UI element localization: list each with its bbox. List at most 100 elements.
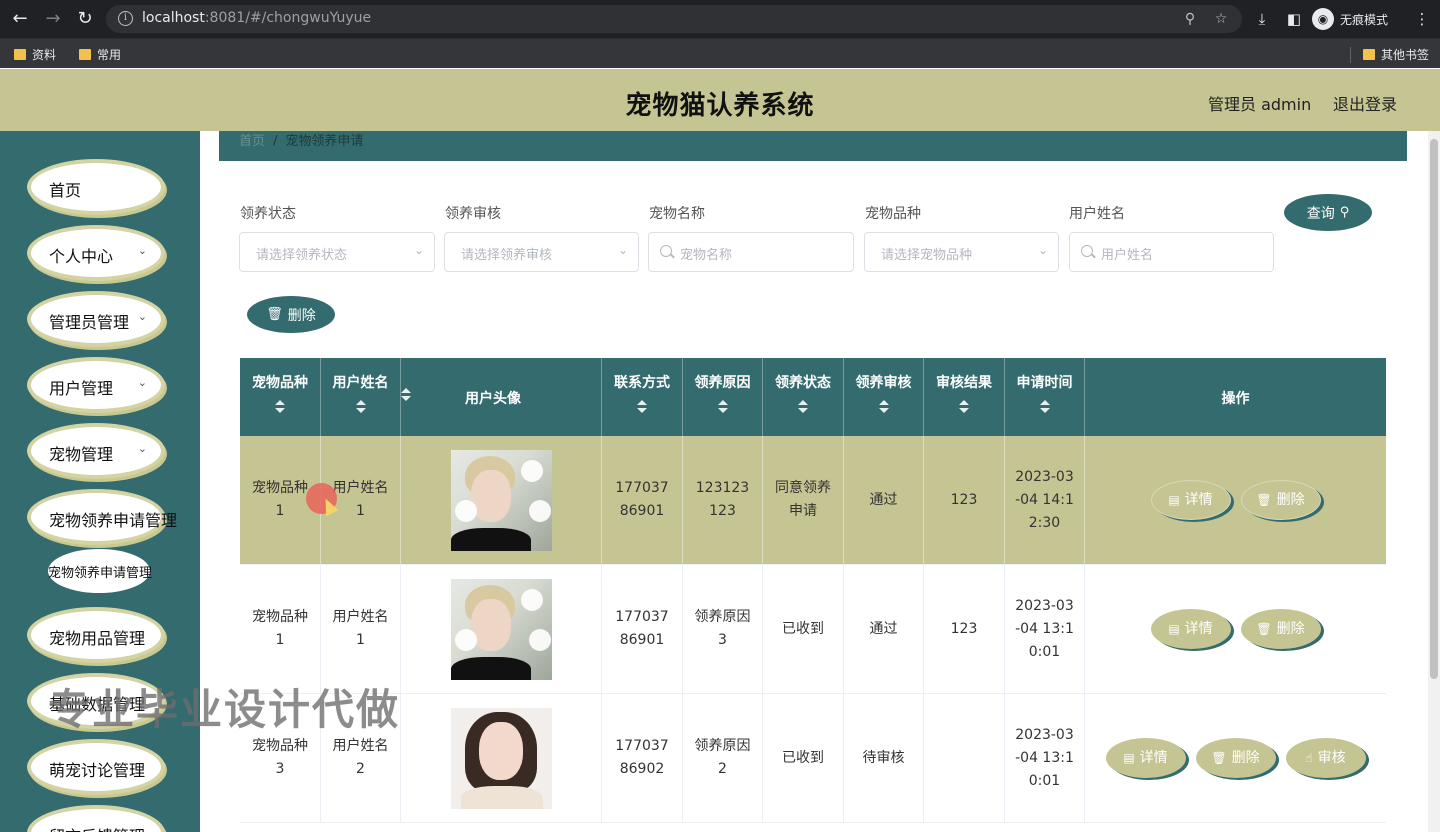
user-avatar-image[interactable] (450, 707, 552, 809)
sidebar-item-profile[interactable]: 个人中心 ⌄ (27, 225, 165, 281)
cell-avatar (401, 565, 602, 693)
column-header-review[interactable]: 领养审核 (844, 358, 924, 436)
sidepanel-icon[interactable]: ◧ (1284, 9, 1304, 29)
cell-result (924, 694, 1005, 822)
bookmark-folder-other[interactable]: 其他书签 (1363, 46, 1429, 63)
column-header-avatar[interactable]: 用户头像 (401, 358, 602, 436)
column-header-status[interactable]: 领养状态 (763, 358, 844, 436)
filter-label-adopt-review: 领养审核 (445, 206, 501, 222)
trash-icon: 🗑 (266, 307, 283, 322)
logout-link[interactable]: 退出登录 (1333, 91, 1397, 115)
cell-review: 通过 (844, 436, 924, 564)
table-row[interactable]: 宠物品种1 用户姓名1 17703786901 123123123 同意领养申请… (240, 436, 1386, 565)
cell-review: 待审核 (844, 694, 924, 822)
cell-result: 123 (924, 565, 1005, 693)
download-icon[interactable]: ⤓ (1252, 9, 1272, 29)
sidebar-item-discussion[interactable]: 萌宠讨论管理 (27, 739, 165, 795)
pet-name-input[interactable]: 宠物名称 (648, 232, 854, 272)
filter-label-user-name: 用户姓名 (1069, 206, 1125, 222)
adopt-status-select[interactable]: 请选择领养状态 ⌄ (239, 232, 435, 272)
user-avatar-image[interactable] (450, 449, 552, 551)
sort-icon[interactable] (959, 400, 969, 414)
column-header-result[interactable]: 审核结果 (924, 358, 1005, 436)
column-header-phone[interactable]: 联系方式 (602, 358, 683, 436)
table-row[interactable]: 宠物品种3 用户姓名2 17703786902 领养原因2 已收到 待审核 20… (240, 694, 1386, 823)
key-icon[interactable]: ⚲ (1182, 11, 1198, 27)
cell-time: 2023-03-04 13:10:01 (1005, 694, 1085, 822)
sidebar-item-pet-manage[interactable]: 宠物管理 ⌄ (27, 423, 165, 479)
adopt-review-select[interactable]: 请选择领养审核 ⌄ (444, 232, 639, 272)
sort-icon[interactable] (1039, 400, 1050, 414)
detail-button[interactable]: ▤ 详情 (1150, 609, 1231, 649)
back-icon[interactable]: ← (9, 8, 31, 30)
breadcrumb-home[interactable]: 首页 (239, 134, 265, 149)
sort-icon[interactable] (275, 400, 285, 414)
sort-icon[interactable] (355, 400, 366, 414)
column-header-time[interactable]: 申请时间 (1005, 358, 1085, 436)
bookmarks-divider (1350, 47, 1351, 63)
scrollbar-thumb[interactable] (1430, 139, 1438, 679)
chevron-down-icon: ⌄ (1037, 243, 1048, 257)
detail-button[interactable]: ▤ 详情 (1105, 738, 1186, 778)
review-button[interactable]: ☝ 审核 (1285, 738, 1366, 778)
cell-user: 用户姓名1 (321, 565, 401, 693)
delete-button[interactable]: 🗑 删除 (1240, 480, 1321, 520)
incognito-icon: ◉ (1312, 8, 1334, 30)
sidebar-item-feedback[interactable]: 留言反馈管理 (27, 805, 165, 832)
sidebar-item-supplies-manage[interactable]: 宠物用品管理 (27, 607, 165, 663)
chevron-down-icon: ⌄ (413, 243, 424, 257)
sort-icon[interactable] (527, 390, 537, 404)
sort-icon[interactable] (717, 400, 728, 414)
chevron-down-icon: ⌄ (137, 376, 147, 389)
bookmark-folder-ziliao[interactable]: 资料 (14, 46, 56, 63)
sidebar-item-user-manage[interactable]: 用户管理 ⌄ (27, 357, 165, 413)
sort-icon[interactable] (878, 400, 889, 414)
app-header: 宠物猫认养系统 管理员 admin 退出登录 (0, 69, 1440, 131)
document-icon: ▤ (1123, 750, 1135, 765)
column-header-user[interactable]: 用户姓名 (321, 358, 401, 436)
cell-review: 通过 (844, 565, 924, 693)
sidebar-item-adoption-manage[interactable]: 宠物领养申请管理 (27, 489, 177, 545)
page-scrollbar[interactable] (1428, 131, 1440, 832)
column-header-breed[interactable]: 宠物品种 (240, 358, 321, 436)
incognito-label: 无痕模式 (1340, 12, 1389, 27)
delete-button[interactable]: 🗑 删除 (1240, 609, 1321, 649)
sort-icon[interactable] (637, 400, 647, 414)
cell-phone: 17703786901 (602, 565, 683, 693)
filter-label-adopt-status: 领养状态 (240, 206, 296, 222)
delete-button[interactable]: 🗑 删除 (1195, 738, 1276, 778)
sidebar-subitem-adoption-manage[interactable]: 宠物领养申请管理 (48, 549, 152, 593)
cell-actions: ▤ 详情 🗑 删除 (1085, 436, 1386, 564)
site-info-icon[interactable]: i (118, 11, 133, 26)
pet-breed-select[interactable]: 请选择宠物品种 ⌄ (864, 232, 1059, 272)
folder-icon (14, 49, 26, 60)
sidebar-item-home[interactable]: 首页 (27, 159, 165, 215)
column-header-actions: 操作 (1221, 391, 1250, 407)
column-header-reason[interactable]: 领养原因 (683, 358, 763, 436)
chevron-down-icon: ⌄ (137, 244, 147, 257)
sidebar-item-admin-manage[interactable]: 管理员管理 ⌄ (27, 291, 165, 347)
cell-breed: 宠物品种1 (240, 565, 321, 693)
batch-delete-button[interactable]: 🗑 删除 (247, 296, 335, 333)
document-icon: ▤ (1168, 621, 1180, 636)
incognito-indicator[interactable]: ◉ 无痕模式 (1312, 7, 1388, 31)
sort-icon[interactable] (798, 400, 808, 414)
reload-icon[interactable]: ↻ (74, 8, 96, 30)
query-button[interactable]: 查询 ⚲ (1284, 194, 1372, 231)
user-avatar-image[interactable] (450, 578, 552, 680)
forward-icon[interactable]: → (42, 8, 64, 30)
cell-avatar (401, 436, 602, 564)
table-row[interactable]: 宠物品种1 用户姓名1 17703786901 领养原因3 已收到 通过 123… (240, 565, 1386, 694)
more-menu-icon[interactable]: ⋮ (1412, 9, 1432, 29)
star-icon[interactable]: ☆ (1213, 11, 1229, 27)
detail-button[interactable]: ▤ 详情 (1150, 480, 1231, 520)
thumbs-up-icon: ☝ (1305, 750, 1313, 765)
cell-time: 2023-03-04 14:12:30 (1005, 436, 1085, 564)
watermark-text: 专业毕业设计代做 (48, 685, 401, 734)
address-bar[interactable]: i localhost:8081/#/chongwuYuyue ⚲ ☆ (106, 5, 1242, 33)
bookmark-folder-changyong[interactable]: 常用 (79, 46, 121, 63)
cell-reason: 领养原因3 (683, 565, 763, 693)
cell-phone: 17703786902 (602, 694, 683, 822)
user-name-input[interactable]: 用户姓名 (1069, 232, 1274, 272)
url-text[interactable]: localhost:8081/#/chongwuYuyue (142, 10, 371, 26)
